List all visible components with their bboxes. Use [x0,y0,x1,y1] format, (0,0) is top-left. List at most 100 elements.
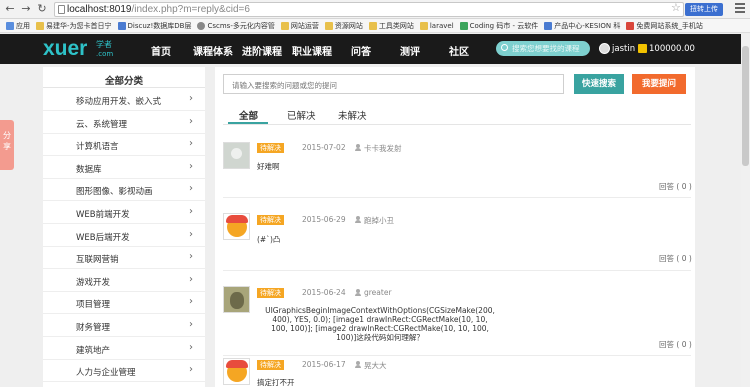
bookmark-item[interactable]: 工具类网站 [368,21,414,31]
question-title[interactable]: 好难啊 [257,162,280,171]
sidebar-category-item[interactable]: 项目管理 › [43,292,205,315]
forward-icon[interactable]: → [20,3,32,15]
sidebar-category-label: 项目管理 [76,300,111,311]
bookmark-item[interactable]: 网站运营 [280,21,319,31]
logo[interactable]: xuer [43,38,87,60]
user-icon [355,361,361,368]
bookmark-label: 应用 [16,21,30,30]
chevron-right-icon: › [189,273,193,285]
question-search-placeholder: 请输入要搜索的问题或您的提问 [232,81,337,90]
site-icon [544,21,553,30]
nav-home[interactable]: 首页 [151,43,171,58]
sidebar-category-item[interactable]: 移动应用开发、嵌入式 › [43,89,205,111]
question-author[interactable]: 晃大大 [364,360,387,371]
divider [223,197,691,198]
sidebar-category-label: 移动应用开发、嵌入式 [76,97,162,107]
avatar[interactable] [223,213,250,240]
reload-icon[interactable]: ↻ [36,3,48,15]
bookmark-item[interactable]: 易建华-为您卡首日宁 [36,21,112,31]
bookmark-label: Coding 码市 - 云软件 [469,21,539,30]
sidebar-category-label: 云、系统管理 [76,119,128,130]
question-date: 2015-06-17 [302,360,346,369]
url-host: localhost:8019 [67,4,132,15]
user-icon [355,216,361,223]
tab-solved[interactable]: 已解决 [287,108,316,122]
sidebar-category-item[interactable]: 互联网营销 › [43,247,205,270]
question-title[interactable]: (#`)凸 [257,235,280,244]
bookmark-label: 资源网站 [334,21,363,30]
site-icon [459,21,468,30]
folder-icon [368,21,377,30]
qa-main: 请输入要搜索的问题或您的提问 快速搜索 我要提问 全部 已解决 未解决 待解决 … [215,67,695,387]
nav-advanced-courses[interactable]: 进阶课程 [242,43,282,58]
scrollbar-thumb[interactable] [742,46,749,166]
logo-domain: .com [96,50,114,58]
bookmark-item[interactable]: 资源网站 [324,21,363,31]
bookmark-item[interactable]: laravel [419,21,454,30]
sidebar-category-item[interactable]: 建筑地产 › [43,338,205,360]
chevron-right-icon: › [189,251,193,263]
nav-community[interactable]: 社区 [449,43,469,58]
bookmark-item[interactable]: 免费网站系统_手机站 [626,21,703,31]
sidebar-category-item[interactable]: 游戏开发 › [43,270,205,292]
nav-tests[interactable]: 测评 [400,43,420,58]
avatar[interactable] [223,142,250,169]
ask-question-button[interactable]: 我要提问 [632,74,686,94]
folder-icon [36,21,44,30]
question-author[interactable]: greater [364,288,392,297]
sidebar-category-label: 游戏开发 [76,277,111,288]
nav-course-system[interactable]: 课程体系 [193,43,233,58]
tab-all[interactable]: 全部 [239,108,258,122]
bookmarks-bar: 应用 易建华-为您卡首日宁 Discuz!数据库DB层 Cscms-多元化内容管… [0,19,750,33]
menu-icon[interactable] [735,3,745,13]
chevron-right-icon: › [189,364,193,376]
status-badge: 待解决 [257,215,284,225]
bookmark-apps[interactable]: 应用 [6,21,30,31]
sidebar-category-item[interactable]: WEB后端开发 › [43,225,205,247]
question-title[interactable]: UIGraphicsBeginImageContextWithOptions(C… [265,306,495,342]
sidebar-category-item[interactable]: 数据库 › [43,157,205,179]
share-label: 分享 [3,131,11,151]
course-search-input[interactable]: 搜索您想要找的课程 [496,41,590,56]
user-icon [355,289,361,296]
sidebar-category-item[interactable]: WEB前端开发 › [43,202,205,224]
tab-unsolved[interactable]: 未解决 [338,108,367,122]
share-tab[interactable]: 分享 [0,120,14,170]
avatar[interactable] [223,358,250,385]
back-icon[interactable]: ← [4,3,16,15]
chevron-right-icon: › [189,206,193,217]
chevron-right-icon: › [189,160,193,172]
category-sidebar: 全部分类 移动应用开发、嵌入式 › 云、系统管理 › 计算机语言 › 数据库 › 图形图像、影视… [43,67,205,387]
bookmark-item[interactable]: Discuz!数据库DB层 [117,21,191,31]
nav-career-courses[interactable]: 职业课程 [292,43,332,58]
bookmark-star-icon[interactable]: ☆ [671,1,681,14]
sidebar-category-item[interactable]: 人力与企业管理 › [43,360,205,383]
answer-count[interactable]: 回答 ( 0 ) [659,253,692,264]
bookmark-item[interactable]: Cscms-多元化内容管 [197,21,275,31]
bookmark-item[interactable]: Coding 码市 - 云软件 [459,21,539,31]
user-avatar[interactable] [599,43,610,54]
url-path: /index.php?m=reply&cid=6 [131,4,250,15]
bookmark-item[interactable]: 产品中心-KESION 科 [544,21,620,31]
answer-count[interactable]: 回答 ( 0 ) [659,181,692,192]
sidebar-category-item[interactable]: 云、系统管理 › [43,112,205,134]
sidebar-category-item[interactable]: 计算机语言 › [43,134,205,157]
address-bar[interactable]: localhost:8019/index.php?m=reply&cid=6 [54,2,684,17]
coin-icon [638,44,647,53]
sidebar-category-label: 互联网营销 [76,255,119,266]
answer-count[interactable]: 回答 ( 0 ) [659,339,692,350]
question-author[interactable]: 跑掉小丑 [364,215,394,226]
page-scrollbar[interactable] [741,34,750,387]
question-search-input[interactable]: 请输入要搜索的问题或您的提问 [223,74,564,94]
chevron-right-icon: › [189,341,193,353]
avatar[interactable] [223,286,250,313]
question-author[interactable]: 卡卡我发射 [364,143,402,154]
username[interactable]: jastin [612,44,635,54]
sidebar-category-item[interactable]: 图形图像、影视动画 › [43,179,205,202]
question-date: 2015-07-02 [302,143,346,152]
sidebar-category-item[interactable]: 财务管理 › [43,315,205,337]
extension-button[interactable]: 扭转上传 [685,3,723,16]
question-title[interactable]: 搞定打不开 [257,378,295,387]
quick-search-button[interactable]: 快速搜索 [574,74,624,94]
nav-qa[interactable]: 问答 [351,43,371,58]
